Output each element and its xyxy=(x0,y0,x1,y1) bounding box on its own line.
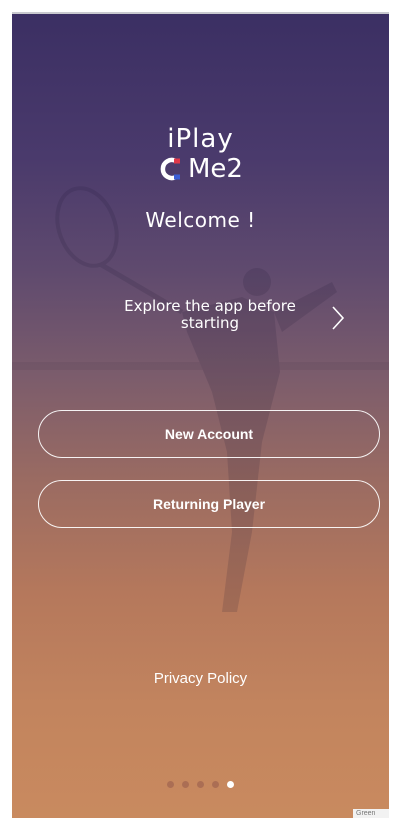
welcome-screen: iPlay Me2 Welcome ! Explore the app befo… xyxy=(12,12,389,818)
explore-app-link[interactable]: Explore the app before starting xyxy=(12,298,389,338)
explore-app-label: Explore the app before starting xyxy=(124,297,296,332)
logo-text-me2: Me2 xyxy=(188,154,243,184)
logo-text-iplay: iPlay xyxy=(167,124,234,154)
page-dot[interactable] xyxy=(167,781,174,788)
chevron-right-icon xyxy=(332,306,345,330)
app-logo: iPlay Me2 xyxy=(12,124,389,186)
page-dot-active[interactable] xyxy=(227,781,234,788)
new-account-button[interactable]: New Account xyxy=(38,410,380,458)
page-dot[interactable] xyxy=(197,781,204,788)
privacy-policy-link[interactable]: Privacy Policy xyxy=(12,670,389,687)
magnet-icon xyxy=(160,157,180,181)
page-dot[interactable] xyxy=(182,781,189,788)
page-indicator xyxy=(12,781,389,788)
logo-row: Me2 xyxy=(158,154,243,184)
welcome-heading: Welcome ! xyxy=(145,208,256,232)
corner-badge: Green xyxy=(353,809,389,818)
page-dot[interactable] xyxy=(212,781,219,788)
returning-player-button[interactable]: Returning Player xyxy=(38,480,380,528)
